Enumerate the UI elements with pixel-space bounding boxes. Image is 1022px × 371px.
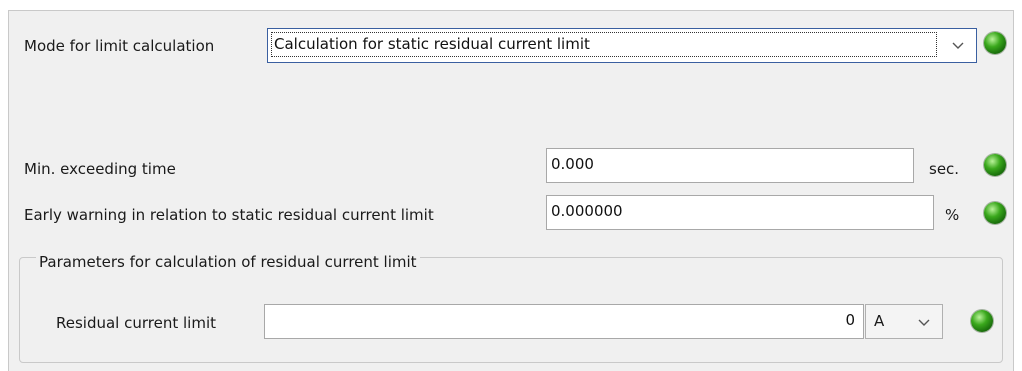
early-warning-label: Early warning in relation to static resi… — [24, 206, 434, 224]
min-exceeding-time-unit: sec. — [929, 160, 960, 178]
status-led-icon — [984, 32, 1006, 54]
mode-label: Mode for limit calculation — [24, 37, 215, 55]
residual-current-limit-input[interactable]: 0 — [264, 304, 864, 339]
unit-select[interactable]: A — [865, 304, 943, 339]
params-group-title: Parameters for calculation of residual c… — [36, 251, 420, 273]
chevron-down-icon — [952, 42, 964, 49]
status-led-icon — [971, 310, 993, 332]
residual-current-limit-label: Residual current limit — [56, 314, 216, 332]
unit-select-value: A — [874, 312, 885, 330]
early-warning-unit: % — [945, 206, 960, 224]
status-led-icon — [984, 202, 1006, 224]
min-exceeding-time-label: Min. exceeding time — [24, 160, 176, 178]
mode-select[interactable]: Calculation for static residual current … — [267, 28, 977, 63]
mode-selected-value: Calculation for static residual current … — [271, 32, 937, 57]
status-led-icon — [984, 154, 1006, 176]
min-exceeding-time-input[interactable]: 0.000 — [546, 148, 914, 183]
early-warning-input[interactable]: 0.000000 — [546, 195, 934, 230]
chevron-down-icon — [918, 319, 930, 326]
